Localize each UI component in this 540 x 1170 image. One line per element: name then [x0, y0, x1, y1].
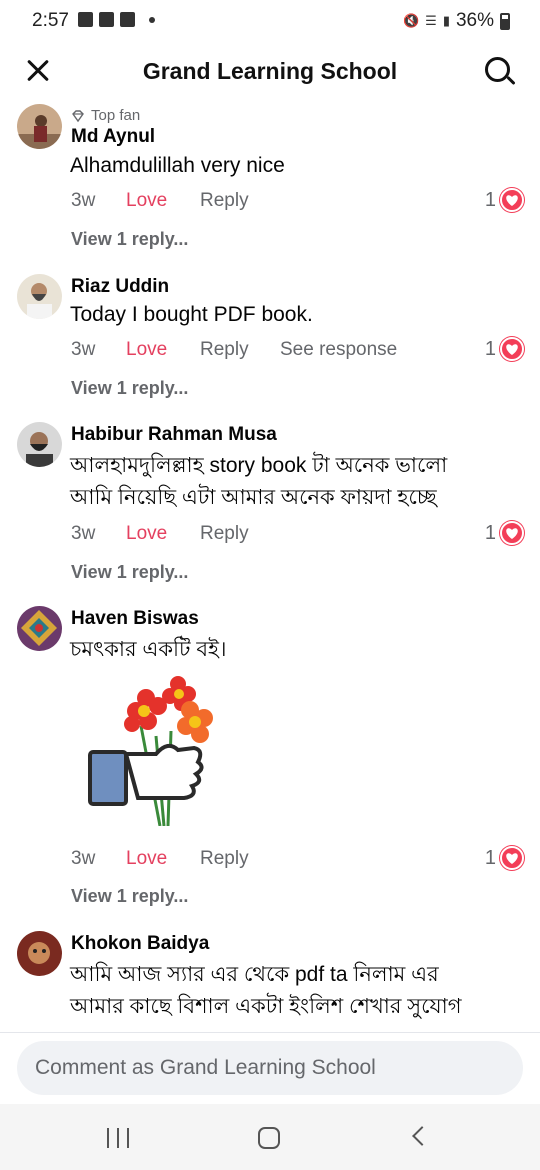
comment-text-line-1: আলহামদুলিল্লাহ story book টা অনেক ভালো	[70, 454, 448, 477]
comment-composer: Comment as Grand Learning School	[0, 1032, 540, 1104]
checkbox-icon	[120, 12, 135, 27]
reaction-number: 1	[484, 337, 496, 360]
avatar[interactable]	[17, 274, 62, 319]
wifi-icon: ☰	[425, 13, 437, 29]
avatar[interactable]	[17, 422, 62, 467]
system-nav-bar	[0, 1104, 540, 1170]
heart-reaction-icon	[500, 521, 524, 545]
heart-reaction-icon	[500, 337, 524, 361]
view-replies-link[interactable]: View 1 reply...	[71, 229, 188, 250]
reaction-count[interactable]: 1	[485, 521, 524, 545]
reply-button[interactable]: Reply	[200, 190, 280, 212]
love-button[interactable]: Love	[126, 339, 200, 361]
comment-text: Today I bought PDF book.	[70, 303, 313, 326]
status-time: 2:57	[32, 10, 69, 31]
reaction-count[interactable]: 1	[485, 188, 524, 212]
view-replies-link[interactable]: View 1 reply...	[71, 886, 188, 907]
page-title: Grand Learning School	[142, 58, 398, 84]
love-button[interactable]: Love	[126, 190, 200, 212]
status-bar: 2:57 🔇 ☰ ▮ 36%	[0, 0, 540, 42]
reaction-count[interactable]: 1	[485, 846, 524, 870]
comment-text: Alhamdulillah very nice	[70, 154, 285, 177]
battery-icon	[500, 12, 510, 30]
comment-actions: 3w Love Reply	[71, 190, 280, 212]
comment-text-line-2: আমার কাছে বিশাল একটা ইংলিশ শেখার সুযোগ	[70, 995, 462, 1018]
back-icon[interactable]	[412, 1126, 432, 1146]
heart-reaction-icon	[500, 188, 524, 212]
badge-label: Top fan	[91, 107, 141, 124]
reaction-number: 1	[484, 521, 496, 544]
comment-text: চমৎকার একটি বই।	[70, 638, 227, 661]
comment-text-line-2: আমি নিয়েছি এটা আমার অনেক ফায়দা হচ্ছে	[70, 486, 437, 509]
flower-thumbs-up-sticker	[88, 676, 213, 826]
reply-button[interactable]: Reply	[200, 848, 280, 870]
battery-percent: 36%	[455, 10, 494, 31]
comment-author[interactable]: Khokon Baidya	[71, 933, 209, 955]
comment-author[interactable]: Habibur Rahman Musa	[71, 424, 277, 446]
comment-age[interactable]: 3w	[71, 339, 126, 361]
comment-age[interactable]: 3w	[71, 523, 126, 545]
love-button[interactable]: Love	[126, 848, 200, 870]
notification-icons	[78, 12, 155, 27]
comment-input[interactable]: Comment as Grand Learning School	[17, 1041, 523, 1095]
recent-apps-icon[interactable]	[107, 1128, 129, 1148]
heart-reaction-icon	[500, 846, 524, 870]
comment-age[interactable]: 3w	[71, 848, 126, 870]
avatar[interactable]	[17, 931, 62, 976]
book-icon	[99, 12, 114, 27]
comment-actions: 3w Love Reply	[71, 848, 280, 870]
header: Grand Learning School	[0, 44, 540, 100]
comment-author[interactable]: Riaz Uddin	[71, 276, 169, 298]
comment-actions: 3w Love Reply	[71, 523, 280, 545]
system-icons: 🔇 ☰ ▮ 36%	[403, 10, 510, 32]
comment-author[interactable]: Md Aynul	[71, 126, 155, 148]
view-replies-link[interactable]: View 1 reply...	[71, 562, 188, 583]
top-fan-diamond-icon	[72, 109, 84, 122]
comment-author[interactable]: Haven Biswas	[71, 608, 199, 630]
view-replies-link[interactable]: View 1 reply...	[71, 378, 188, 399]
reply-button[interactable]: Reply	[200, 523, 280, 545]
gallery-icon	[78, 12, 93, 27]
avatar[interactable]	[17, 104, 62, 149]
comment-text-line-1: আমি আজ স্যার এর থেকে pdf ta নিলাম এর	[70, 963, 439, 986]
more-notifications-icon	[149, 16, 155, 23]
see-response-link[interactable]: See response	[280, 339, 397, 361]
avatar[interactable]	[17, 606, 62, 651]
reply-button[interactable]: Reply	[200, 339, 280, 361]
love-button[interactable]: Love	[126, 523, 200, 545]
reaction-number: 1	[484, 846, 496, 869]
reaction-count[interactable]: 1	[485, 337, 524, 361]
reaction-number: 1	[484, 188, 496, 211]
mute-icon: 🔇	[402, 13, 420, 29]
comment-age[interactable]: 3w	[71, 190, 126, 212]
signal-icon: ▮	[442, 13, 450, 29]
top-fan-badge: Top fan	[71, 107, 140, 124]
comment-actions: 3w Love Reply See response	[71, 339, 397, 361]
search-icon[interactable]	[482, 54, 516, 88]
home-icon[interactable]	[258, 1127, 280, 1149]
